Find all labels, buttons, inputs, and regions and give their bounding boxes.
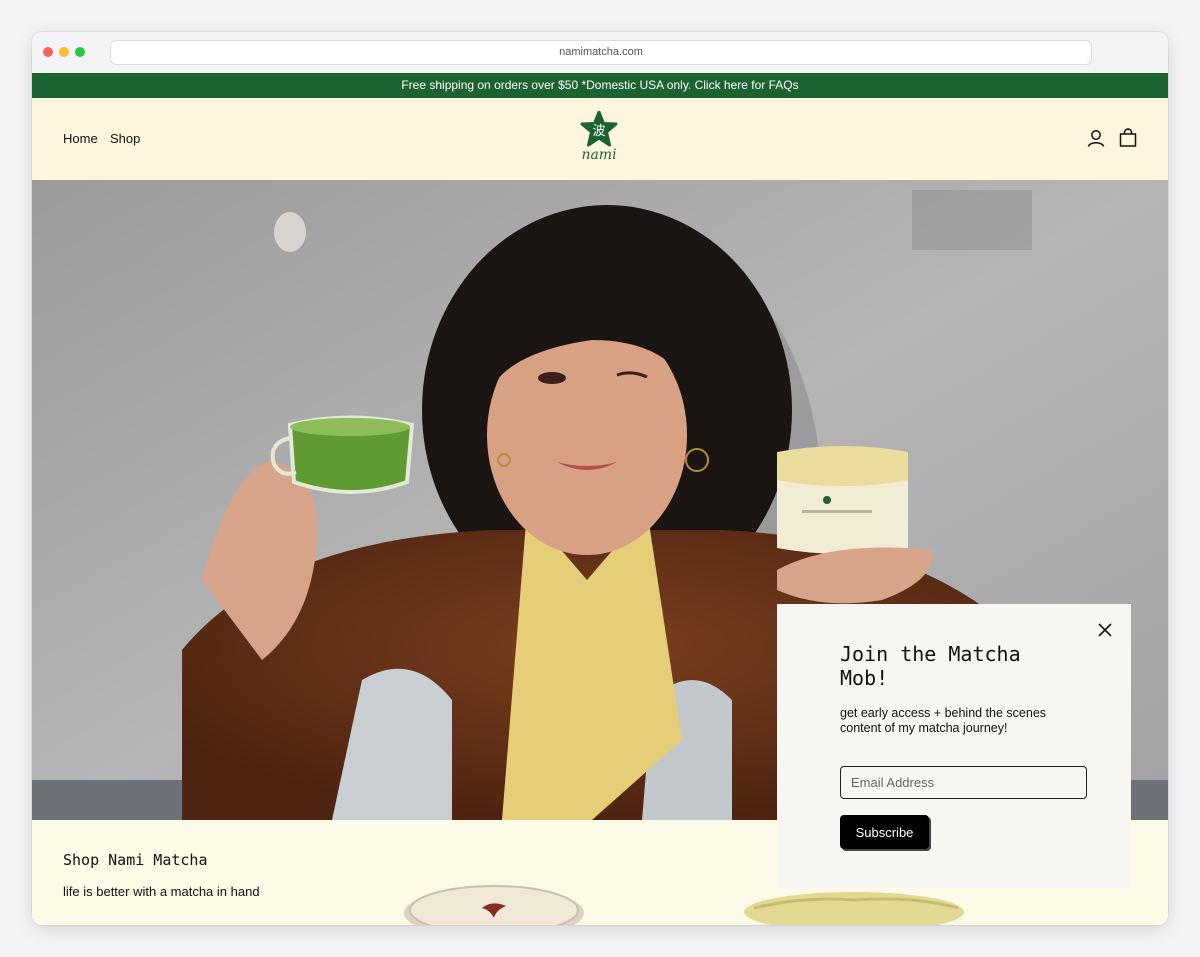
star-logo-icon: 波 <box>580 110 618 147</box>
subscribe-button[interactable]: Subscribe <box>840 815 929 849</box>
shopping-bag-icon[interactable] <box>1118 128 1138 148</box>
site-header: Home Shop 波 nami <box>32 98 1168 180</box>
nav-home-link[interactable]: Home <box>63 131 98 146</box>
newsletter-popup: Join the Matcha Mob! get early access + … <box>777 604 1131 888</box>
shop-section-title: Shop Nami Matcha <box>63 851 208 869</box>
browser-toolbar: namimatcha.com <box>32 32 1168 73</box>
popup-description: get early access + behind the scenes con… <box>840 706 1047 735</box>
shop-section-subtitle: life is better with a matcha in hand <box>63 884 260 899</box>
browser-window: namimatcha.com Free shipping on orders o… <box>32 32 1168 925</box>
maximize-window-button[interactable] <box>75 47 85 57</box>
address-bar[interactable]: namimatcha.com <box>110 40 1092 65</box>
product-tin-image[interactable] <box>744 888 968 925</box>
close-window-button[interactable] <box>43 47 53 57</box>
email-field[interactable] <box>840 766 1087 799</box>
popup-title: Join the Matcha Mob! <box>840 642 1021 690</box>
close-icon[interactable] <box>1097 622 1113 638</box>
minimize-window-button[interactable] <box>59 47 69 57</box>
logo-glyph: 波 <box>592 124 605 139</box>
product-tin-image[interactable] <box>402 878 588 925</box>
announcement-bar[interactable]: Free shipping on orders over $50 *Domest… <box>32 73 1168 98</box>
user-icon[interactable] <box>1086 128 1106 148</box>
nav-shop-link[interactable]: Shop <box>110 131 140 146</box>
nami-logo[interactable]: 波 nami <box>580 110 618 167</box>
logo-wordmark: nami <box>581 147 617 163</box>
